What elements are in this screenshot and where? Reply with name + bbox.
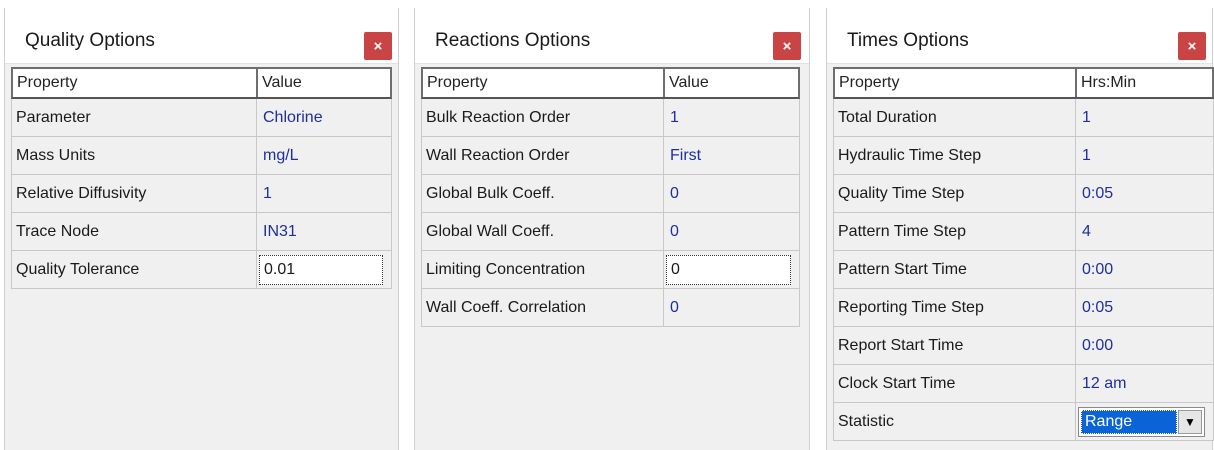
close-icon: × xyxy=(373,37,383,55)
grid-header: Property Value xyxy=(11,67,392,99)
property-label: Parameter xyxy=(12,99,257,136)
grid-row-parameter[interactable]: Parameter Chlorine xyxy=(11,99,392,137)
column-header-property[interactable]: Property xyxy=(13,69,258,97)
grid-row-global-wall-coeff[interactable]: Global Wall Coeff. 0 xyxy=(421,213,800,251)
property-value[interactable]: First xyxy=(664,137,797,174)
property-label: Quality Tolerance xyxy=(12,251,257,288)
property-label: Global Wall Coeff. xyxy=(422,213,664,250)
property-grid: Property Value Parameter Chlorine Mass U… xyxy=(11,67,392,289)
property-value[interactable]: 1 xyxy=(1076,99,1211,136)
grid-row-report-start-time[interactable]: Report Start Time 0:00 xyxy=(833,327,1214,365)
grid-header: Property Value xyxy=(421,67,800,99)
property-label: Report Start Time xyxy=(834,327,1076,364)
column-header-property[interactable]: Property xyxy=(835,69,1077,97)
property-label: Bulk Reaction Order xyxy=(422,99,664,136)
property-label: Pattern Time Step xyxy=(834,213,1076,250)
property-value[interactable]: 0:00 xyxy=(1076,251,1211,288)
property-value-cell: Range ▼ xyxy=(1076,403,1211,440)
quality-options-panel: Quality Options × Property Value Paramet… xyxy=(4,8,399,450)
panel-header: Times Options × xyxy=(827,8,1212,64)
close-button[interactable]: × xyxy=(1178,32,1206,60)
property-value[interactable]: 0 xyxy=(664,175,797,212)
property-label: Wall Coeff. Correlation xyxy=(422,289,664,326)
property-label: Mass Units xyxy=(12,137,257,174)
grid-row-mass-units[interactable]: Mass Units mg/L xyxy=(11,137,392,175)
close-icon: × xyxy=(782,37,792,55)
grid-row-statistic[interactable]: Statistic Range ▼ xyxy=(833,403,1214,441)
property-value-cell: 0 xyxy=(664,251,797,288)
property-value[interactable]: 4 xyxy=(1076,213,1211,250)
panel-header: Quality Options × xyxy=(5,8,398,64)
panel-header: Reactions Options × xyxy=(415,8,809,64)
property-grid: Property Value Bulk Reaction Order 1 Wal… xyxy=(421,67,800,327)
property-value-cell: 0.01 xyxy=(257,251,389,288)
statistic-selected-value: Range xyxy=(1081,409,1177,434)
property-value[interactable]: 1 xyxy=(664,99,797,136)
property-value[interactable]: 0 xyxy=(664,289,797,326)
property-label: Relative Diffusivity xyxy=(12,175,257,212)
property-value[interactable]: 0:05 xyxy=(1076,289,1211,326)
limiting-concentration-input[interactable]: 0 xyxy=(666,254,791,285)
grid-row-quality-tolerance[interactable]: Quality Tolerance 0.01 xyxy=(11,251,392,289)
grid-row-quality-time-step[interactable]: Quality Time Step 0:05 xyxy=(833,175,1214,213)
column-header-property[interactable]: Property xyxy=(423,69,665,97)
grid-row-global-bulk-coeff[interactable]: Global Bulk Coeff. 0 xyxy=(421,175,800,213)
column-header-value[interactable]: Value xyxy=(665,69,798,97)
statistic-select[interactable]: Range ▼ xyxy=(1078,406,1205,437)
property-label: Trace Node xyxy=(12,213,257,250)
property-value[interactable]: IN31 xyxy=(257,213,389,250)
grid-row-hydraulic-time-step[interactable]: Hydraulic Time Step 1 xyxy=(833,137,1214,175)
panel-title: Times Options xyxy=(847,30,969,51)
property-label: Clock Start Time xyxy=(834,365,1076,402)
column-header-value[interactable]: Value xyxy=(258,69,390,97)
close-button[interactable]: × xyxy=(364,32,392,60)
grid-row-wall-reaction-order[interactable]: Wall Reaction Order First xyxy=(421,137,800,175)
grid-row-relative-diffusivity[interactable]: Relative Diffusivity 1 xyxy=(11,175,392,213)
property-label: Wall Reaction Order xyxy=(422,137,664,174)
property-value[interactable]: 0:00 xyxy=(1076,327,1211,364)
property-label: Reporting Time Step xyxy=(834,289,1076,326)
grid-row-trace-node[interactable]: Trace Node IN31 xyxy=(11,213,392,251)
grid-row-pattern-start-time[interactable]: Pattern Start Time 0:00 xyxy=(833,251,1214,289)
grid-row-limiting-concentration[interactable]: Limiting Concentration 0 xyxy=(421,251,800,289)
property-label: Pattern Start Time xyxy=(834,251,1076,288)
quality-tolerance-input[interactable]: 0.01 xyxy=(259,254,383,285)
times-options-panel: Times Options × Property Hrs:Min Total D… xyxy=(826,8,1214,450)
chevron-down-icon[interactable]: ▼ xyxy=(1178,409,1202,434)
grid-row-wall-coeff-correlation[interactable]: Wall Coeff. Correlation 0 xyxy=(421,289,800,327)
property-value[interactable]: 1 xyxy=(1076,137,1211,174)
property-value[interactable]: 0 xyxy=(664,213,797,250)
panel-title: Quality Options xyxy=(25,30,155,51)
reactions-options-panel: Reactions Options × Property Value Bulk … xyxy=(414,8,810,450)
close-icon: × xyxy=(1187,37,1197,55)
grid-row-clock-start-time[interactable]: Clock Start Time 12 am xyxy=(833,365,1214,403)
property-grid: Property Hrs:Min Total Duration 1 Hydrau… xyxy=(833,67,1214,441)
property-label: Quality Time Step xyxy=(834,175,1076,212)
grid-row-reporting-time-step[interactable]: Reporting Time Step 0:05 xyxy=(833,289,1214,327)
property-value[interactable]: 1 xyxy=(257,175,389,212)
property-label: Total Duration xyxy=(834,99,1076,136)
grid-row-total-duration[interactable]: Total Duration 1 xyxy=(833,99,1214,137)
grid-row-pattern-time-step[interactable]: Pattern Time Step 4 xyxy=(833,213,1214,251)
property-label: Statistic xyxy=(834,403,1076,440)
close-button[interactable]: × xyxy=(773,32,801,60)
property-value[interactable]: Chlorine xyxy=(257,99,389,136)
property-label: Global Bulk Coeff. xyxy=(422,175,664,212)
column-header-value[interactable]: Hrs:Min xyxy=(1077,69,1212,97)
property-value[interactable]: mg/L xyxy=(257,137,389,174)
property-value[interactable]: 12 am xyxy=(1076,365,1211,402)
property-label: Hydraulic Time Step xyxy=(834,137,1076,174)
grid-header: Property Hrs:Min xyxy=(833,67,1214,99)
panel-title: Reactions Options xyxy=(435,30,591,51)
grid-row-bulk-reaction-order[interactable]: Bulk Reaction Order 1 xyxy=(421,99,800,137)
property-value[interactable]: 0:05 xyxy=(1076,175,1211,212)
property-label: Limiting Concentration xyxy=(422,251,664,288)
